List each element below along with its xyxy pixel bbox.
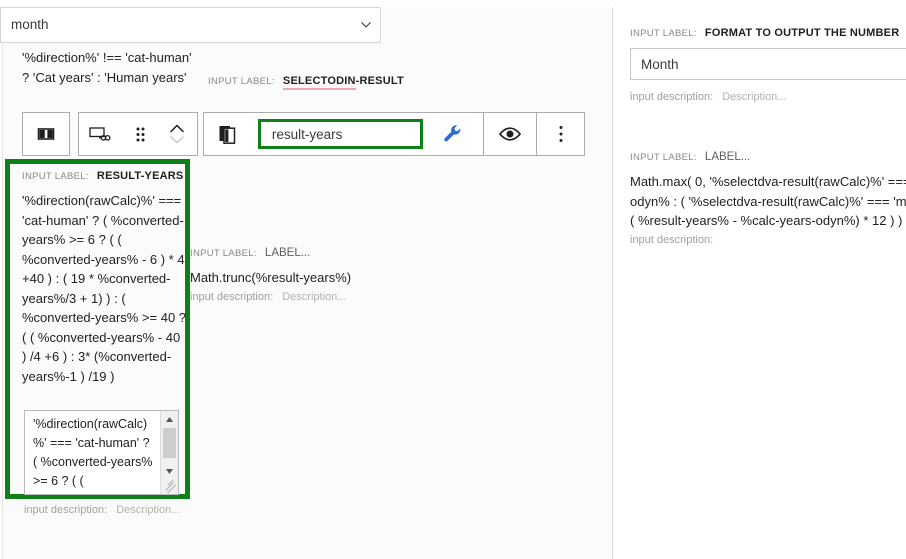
- drag-handle-icon: [135, 125, 145, 143]
- scrollbar-thumb[interactable]: [163, 428, 176, 458]
- result-years-description-row: input description: Description...: [24, 503, 180, 517]
- input-label-value: FORMAT TO OUTPUT THE NUMBER: [704, 27, 900, 39]
- input-label-value: RESULT-YEARS: [96, 170, 184, 182]
- eye-icon: [497, 124, 523, 144]
- input-label-prefix: INPUT LABEL:: [630, 152, 697, 163]
- description-prefix: input description:: [24, 504, 108, 516]
- misspelled-word: SELECTODIN: [282, 75, 356, 90]
- trunc-field: INPUT LABEL: LABEL... Math.trunc(%result…: [190, 247, 450, 304]
- split-panel-button[interactable]: [23, 113, 69, 155]
- format-number-field: INPUT LABEL: FORMAT TO OUTPUT THE NUMBER…: [630, 27, 906, 104]
- input-label-value: SELECTODIN-RESULT: [282, 75, 404, 90]
- format-number-input[interactable]: [630, 48, 906, 80]
- chevron-down-icon[interactable]: [360, 18, 372, 30]
- expression-text-top: '%direction%' !== 'cat-human' ? 'Cat yea…: [22, 50, 196, 85]
- description-value: Description...: [722, 91, 787, 103]
- description-value: Description...: [116, 504, 181, 516]
- result-years-label-row: INPUT LABEL: RESULT-YEARS: [22, 170, 184, 183]
- more-vertical-icon: [558, 124, 564, 144]
- field-link-button[interactable]: [79, 113, 123, 155]
- input-label-prefix: INPUT LABEL:: [22, 171, 89, 182]
- selectodin-result-select[interactable]: month: [0, 7, 381, 43]
- description-prefix: input description:: [630, 233, 714, 246]
- trunc-description-row: input description: Description...: [190, 290, 450, 304]
- copy-icon: [217, 123, 237, 145]
- move-updown-icon: [167, 121, 187, 147]
- description-prefix: input description:: [630, 91, 714, 103]
- field-name-input[interactable]: result-years: [257, 119, 424, 149]
- wrench-icon: [442, 123, 464, 145]
- field-name-input-value[interactable]: result-years: [261, 127, 343, 142]
- result-years-textarea[interactable]: '%direction(rawCalc)%' === 'cat-human' ?…: [24, 410, 179, 495]
- input-label-value: LABEL...: [264, 247, 311, 259]
- field-link-icon: [88, 124, 114, 144]
- split-panel-icon: [35, 123, 57, 145]
- math-max-expression: Math.max( 0, '%selectdva-result(rawCalc)…: [630, 174, 906, 228]
- math-description-row: input description:: [630, 233, 906, 247]
- select-value: month: [11, 17, 49, 32]
- math-label-row: INPUT LABEL: LABEL...: [630, 151, 906, 164]
- scroll-up-arrow-icon[interactable]: [161, 411, 178, 427]
- textarea-resize-grip[interactable]: [163, 479, 177, 493]
- drag-handle-button[interactable]: [122, 113, 158, 155]
- format-label-row: INPUT LABEL: FORMAT TO OUTPUT THE NUMBER: [630, 27, 906, 40]
- toolbar-right-group[interactable]: result-years: [203, 112, 585, 156]
- preview-button[interactable]: [483, 113, 537, 155]
- toolbar-mid-group[interactable]: [78, 112, 198, 156]
- selectodin-label-row: INPUT LABEL: SELECTODIN-RESULT: [208, 75, 588, 90]
- toolbar-left-group[interactable]: [22, 112, 70, 156]
- wrench-button[interactable]: [423, 113, 484, 155]
- result-years-field: INPUT LABEL: RESULT-YEARS '%direction(ra…: [22, 170, 186, 386]
- input-label-prefix: INPUT LABEL:: [190, 248, 257, 259]
- trunc-label-row: INPUT LABEL: LABEL...: [190, 247, 450, 260]
- scroll-down-arrow-icon[interactable]: [161, 463, 178, 479]
- copy-button[interactable]: [204, 113, 250, 155]
- textarea-value[interactable]: '%direction(rawCalc)%' === 'cat-human' ?…: [33, 415, 156, 491]
- input-label-prefix: INPUT LABEL:: [630, 28, 697, 39]
- description-value: Description...: [282, 290, 347, 303]
- input-label-prefix: INPUT LABEL:: [208, 76, 275, 87]
- format-description-row: input description: Description...: [630, 90, 906, 104]
- math-max-field: INPUT LABEL: LABEL... Math.max( 0, '%sel…: [630, 151, 906, 247]
- input-label-value: LABEL...: [704, 151, 751, 163]
- result-years-expression: '%direction(rawCalc)%' === 'cat-human' ?…: [22, 193, 187, 384]
- more-options-button[interactable]: [536, 113, 584, 155]
- description-prefix: input description:: [190, 290, 274, 303]
- move-updown-button[interactable]: [157, 113, 197, 155]
- trunc-expression: Math.trunc(%result-years%): [190, 270, 352, 285]
- label-value-suffix: -RESULT: [355, 75, 404, 87]
- selectodin-result-field: INPUT LABEL: SELECTODIN-RESULT: [208, 75, 588, 90]
